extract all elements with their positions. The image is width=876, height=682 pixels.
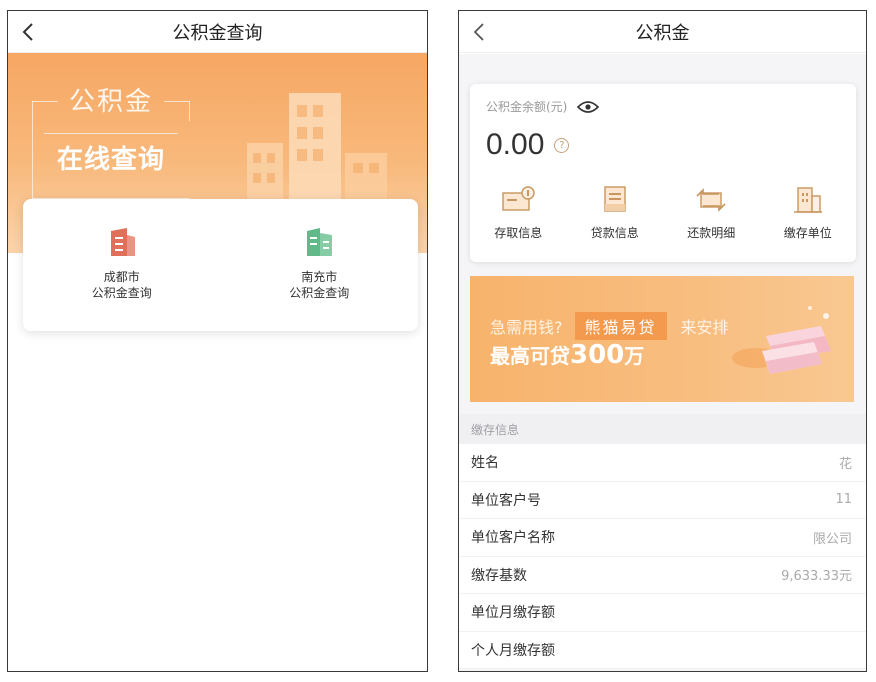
- chevron-left-icon: [22, 23, 33, 41]
- info-row-employer-id: 单位客户号 11: [459, 482, 866, 519]
- banner-text-3: 最高可贷: [490, 344, 570, 368]
- action-loan-info[interactable]: 贷款信息: [567, 184, 664, 241]
- hero-title-frame: 公积金 在线查询: [32, 81, 190, 199]
- deposit-info-list: 姓名 花 单位客户号 11 单位客户名称 限公司 缴存基数 9,633.33元 …: [459, 444, 866, 669]
- info-row-deposit-base: 缴存基数 9,633.33元: [459, 557, 866, 594]
- back-button[interactable]: [467, 20, 491, 44]
- city-subtitle: 公积金查询: [91, 286, 152, 300]
- banner-brand-tag: 熊猫易贷: [574, 312, 667, 340]
- action-label: 还款明细: [687, 226, 736, 240]
- page-title: 公积金查询: [172, 22, 263, 44]
- city-nanchong-button[interactable]: 南充市 公积金查询: [221, 199, 419, 331]
- action-label: 缴存单位: [783, 226, 832, 240]
- city-subtitle: 公积金查询: [289, 286, 350, 300]
- chevron-left-icon: [473, 23, 484, 41]
- city-name: 南充市: [301, 270, 338, 284]
- row-key: 姓名: [471, 455, 499, 472]
- info-row-employer-monthly: 单位月缴存额: [459, 594, 866, 632]
- page-title: 公积金: [635, 22, 690, 44]
- loan-ad-banner[interactable]: 急需用钱? 熊猫易贷 来安排 最高可贷300万: [470, 276, 854, 402]
- buildings-illustration: [247, 93, 387, 213]
- balance-label: 公积金余额(元): [486, 100, 568, 114]
- banner-amount: 300: [570, 340, 625, 370]
- row-value: 9,633.33元: [781, 569, 852, 585]
- quick-actions: 存取信息 贷款信息 还款明细 缴存单位: [470, 184, 856, 241]
- screenshot-stage: 公积金查询 公积金 在线查询 成都市 公积金查询 南充市 公积金查询 公积金 公…: [0, 0, 876, 682]
- deposit-withdraw-icon: [502, 186, 535, 211]
- repayment-exchange-icon: [696, 188, 726, 212]
- money-stack-illustration: [732, 306, 831, 374]
- loan-document-icon: [604, 186, 626, 212]
- balance-value: 0.00: [486, 128, 545, 161]
- hero-line1: 公积金: [68, 87, 153, 117]
- row-value: 限公司: [812, 531, 852, 547]
- action-repayment-details[interactable]: 还款明细: [663, 184, 760, 241]
- info-row-personal-monthly: 个人月缴存额: [459, 632, 866, 669]
- action-label: 存取信息: [494, 226, 543, 240]
- left-nav-bar: 公积金查询: [8, 11, 427, 53]
- back-button[interactable]: [16, 20, 40, 44]
- row-value: 11: [835, 492, 852, 508]
- left-phone-screen: 公积金查询 公积金 在线查询 成都市 公积金查询 南充市 公积金查询: [7, 10, 428, 672]
- hero-line2: 在线查询: [56, 145, 165, 175]
- banner-text-1: 急需用钱?: [490, 318, 563, 337]
- balance-card: 公积金余额(元) 0.00 ? 存取信息 贷款信息 还款明细 缴存单位: [470, 84, 856, 262]
- banner-unit: 万: [624, 344, 645, 368]
- city-chengdu-button[interactable]: 成都市 公积金查询: [23, 199, 221, 331]
- city-name: 成都市: [103, 270, 140, 284]
- row-key: 单位客户名称: [471, 530, 555, 547]
- nanchong-building-icon: [307, 228, 333, 256]
- chengdu-building-icon: [110, 228, 135, 256]
- action-deposit-info[interactable]: 存取信息: [470, 184, 567, 241]
- section-header-deposit-info: 缴存信息: [459, 414, 866, 444]
- info-row-employer-name: 单位客户名称 限公司: [459, 519, 866, 557]
- info-row-name: 姓名 花: [459, 444, 866, 482]
- city-selection-card: 成都市 公积金查询 南充市 公积金查询: [23, 199, 418, 331]
- eye-icon[interactable]: [577, 100, 600, 114]
- building-icon: [793, 187, 822, 213]
- row-key: 缴存基数: [471, 567, 527, 584]
- help-icon[interactable]: ?: [554, 137, 570, 153]
- right-nav-bar: 公积金: [459, 11, 866, 53]
- right-phone-screen: 公积金 公积金余额(元) 0.00 ? 存取信息 贷款信息 还款明细 缴存单位 …: [458, 10, 867, 672]
- row-key: 个人月缴存额: [471, 642, 555, 659]
- action-label: 贷款信息: [590, 226, 639, 240]
- banner-text-2: 来安排: [680, 318, 729, 337]
- row-key: 单位月缴存额: [471, 605, 555, 622]
- row-value: 花: [838, 456, 852, 472]
- row-key: 单位客户号: [471, 492, 541, 509]
- fund-page-body: 公积金余额(元) 0.00 ? 存取信息 贷款信息 还款明细 缴存单位 急需用钱…: [459, 54, 866, 671]
- action-deposit-employer[interactable]: 缴存单位: [760, 184, 857, 241]
